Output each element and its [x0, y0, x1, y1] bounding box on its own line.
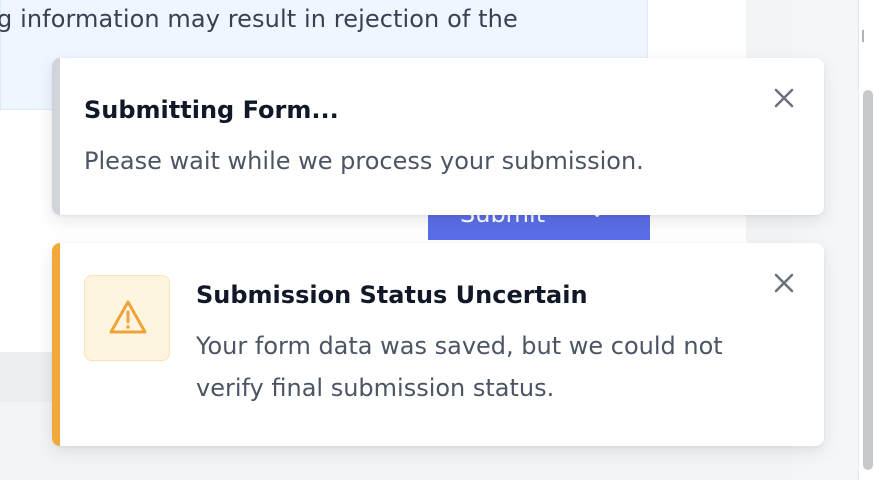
- toast-title: Submitting Form...: [84, 96, 339, 124]
- info-banner-text: g information may result in rejection of…: [0, 5, 518, 33]
- toast-accent-bar: [52, 58, 60, 215]
- toast-submitting: Submitting Form... Please wait while we …: [52, 58, 824, 215]
- close-icon[interactable]: [767, 81, 801, 115]
- scrollbar-thumb[interactable]: [863, 90, 873, 470]
- scrollbar-mark: [862, 30, 864, 42]
- toast-message: Please wait while we process your submis…: [84, 147, 644, 175]
- toast-message: Your form data was saved, but we could n…: [196, 332, 723, 402]
- toast-accent-bar: [52, 243, 60, 446]
- close-icon[interactable]: [767, 266, 801, 300]
- toast-title: Submission Status Uncertain: [196, 281, 588, 309]
- warning-triangle-icon: [84, 275, 170, 361]
- toast-warning: Submission Status Uncertain Your form da…: [52, 243, 824, 446]
